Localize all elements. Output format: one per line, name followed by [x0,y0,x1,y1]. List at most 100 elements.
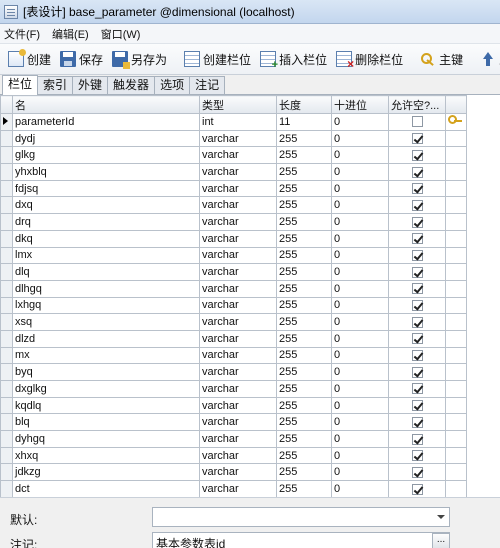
table-row[interactable]: dlzd varchar 255 0 [0,329,467,348]
field-name-cell[interactable]: dlhgq [12,279,200,298]
nullable-checkbox[interactable] [411,333,423,345]
nullable-checkbox[interactable] [411,183,423,195]
field-type-cell[interactable]: varchar [199,296,277,315]
create-button[interactable]: 创建 [5,47,54,71]
field-decimals-cell[interactable]: 0 [331,346,389,365]
row-indicator[interactable] [0,196,13,215]
field-type-cell[interactable]: varchar [199,463,277,482]
field-type-cell[interactable]: varchar [199,363,277,381]
field-decimals-cell[interactable]: 0 [331,263,389,281]
menu-window[interactable]: 窗口(W) [101,26,141,42]
menu-edit[interactable]: 编辑(E) [52,26,89,42]
table-row[interactable]: dxq varchar 255 0 [0,196,467,215]
field-length-cell[interactable]: 11 [276,113,332,131]
field-name-cell[interactable]: byq [12,363,200,381]
row-indicator[interactable] [0,463,13,482]
nullable-checkbox[interactable] [411,199,423,211]
column-header-length[interactable]: 长度 [276,95,332,114]
field-decimals-cell[interactable]: 0 [331,380,389,398]
nullable-checkbox[interactable] [411,416,423,428]
table-row[interactable]: jdkzg varchar 255 0 [0,463,467,482]
field-type-cell[interactable]: varchar [199,313,277,331]
field-decimals-cell[interactable]: 0 [331,196,389,215]
nullable-checkbox[interactable] [411,450,423,462]
field-name-cell[interactable]: lmx [12,246,200,265]
comment-field[interactable]: 基本参数表id [152,532,450,548]
field-length-cell[interactable]: 255 [276,313,332,331]
tab-comments[interactable]: 注记 [189,76,226,94]
field-name-cell[interactable]: dkq [12,229,200,248]
field-type-cell[interactable]: varchar [199,430,277,448]
row-indicator[interactable] [0,396,13,415]
table-row[interactable]: dkq varchar 255 0 [0,229,467,248]
row-indicator[interactable] [0,263,13,281]
field-name-cell[interactable]: dydj [12,129,200,148]
field-name-cell[interactable]: dlzd [12,329,200,348]
field-decimals-cell[interactable]: 0 [331,329,389,348]
nullable-checkbox[interactable] [411,216,423,228]
field-name-cell[interactable]: dxq [12,196,200,215]
column-header-name[interactable]: 名 [12,95,200,114]
field-length-cell[interactable]: 255 [276,329,332,348]
row-indicator[interactable] [0,413,13,432]
field-type-cell[interactable]: varchar [199,413,277,432]
field-length-cell[interactable]: 255 [276,380,332,398]
field-length-cell[interactable]: 255 [276,179,332,198]
column-header-nullable[interactable]: 允许空?... [388,95,446,114]
table-row[interactable]: xhxq varchar 255 0 [0,446,467,465]
field-name-cell[interactable]: xhxq [12,446,200,465]
column-header-type[interactable]: 类型 [199,95,277,114]
menu-file[interactable]: 文件(F) [4,26,40,42]
field-length-cell[interactable]: 255 [276,346,332,365]
field-type-cell[interactable]: varchar [199,446,277,465]
table-row[interactable]: parameterId int 11 0 [0,113,467,131]
nullable-checkbox[interactable] [411,483,423,495]
table-row[interactable]: fdjsq varchar 255 0 [0,179,467,198]
field-type-cell[interactable]: varchar [199,229,277,248]
chevron-down-icon[interactable] [432,508,450,526]
field-type-cell[interactable]: varchar [199,346,277,365]
field-length-cell[interactable]: 255 [276,279,332,298]
row-indicator[interactable] [0,129,13,148]
table-row[interactable]: dydj varchar 255 0 [0,129,467,148]
row-indicator[interactable] [0,430,13,448]
row-indicator[interactable] [0,446,13,465]
field-decimals-cell[interactable]: 0 [331,396,389,415]
nullable-checkbox[interactable] [411,466,423,478]
field-length-cell[interactable]: 255 [276,480,332,497]
tab-foreign-keys[interactable]: 外键 [72,76,109,94]
field-name-cell[interactable]: parameterId [12,113,200,131]
field-length-cell[interactable]: 255 [276,196,332,215]
nullable-checkbox[interactable] [411,383,423,395]
nullable-checkbox[interactable] [411,433,423,445]
nullable-checkbox[interactable] [411,400,423,412]
field-length-cell[interactable]: 255 [276,396,332,415]
table-row[interactable]: lxhgq varchar 255 0 [0,296,467,315]
row-indicator[interactable] [0,296,13,315]
nullable-checkbox[interactable] [411,266,423,278]
primary-key-button[interactable]: 主键 [417,47,466,71]
field-decimals-cell[interactable]: 0 [331,246,389,265]
nullable-checkbox[interactable] [411,116,423,128]
field-decimals-cell[interactable]: 0 [331,430,389,448]
field-name-cell[interactable]: dyhgq [12,430,200,448]
save-button[interactable]: 保存 [57,47,106,71]
row-indicator[interactable] [0,313,13,331]
row-indicator[interactable] [0,346,13,365]
field-name-cell[interactable]: mx [12,346,200,365]
field-decimals-cell[interactable]: 0 [331,296,389,315]
field-length-cell[interactable]: 255 [276,413,332,432]
field-decimals-cell[interactable]: 0 [331,129,389,148]
field-name-cell[interactable]: blq [12,413,200,432]
field-decimals-cell[interactable]: 0 [331,446,389,465]
field-type-cell[interactable]: varchar [199,246,277,265]
field-name-cell[interactable]: jdkzg [12,463,200,482]
field-type-cell[interactable]: varchar [199,396,277,415]
create-column-button[interactable]: 创建栏位 [181,47,254,71]
field-name-cell[interactable]: yhxblq [12,163,200,181]
field-decimals-cell[interactable]: 0 [331,229,389,248]
field-name-cell[interactable]: kqdlq [12,396,200,415]
row-indicator[interactable] [0,279,13,298]
field-type-cell[interactable]: varchar [199,279,277,298]
field-decimals-cell[interactable]: 0 [331,413,389,432]
